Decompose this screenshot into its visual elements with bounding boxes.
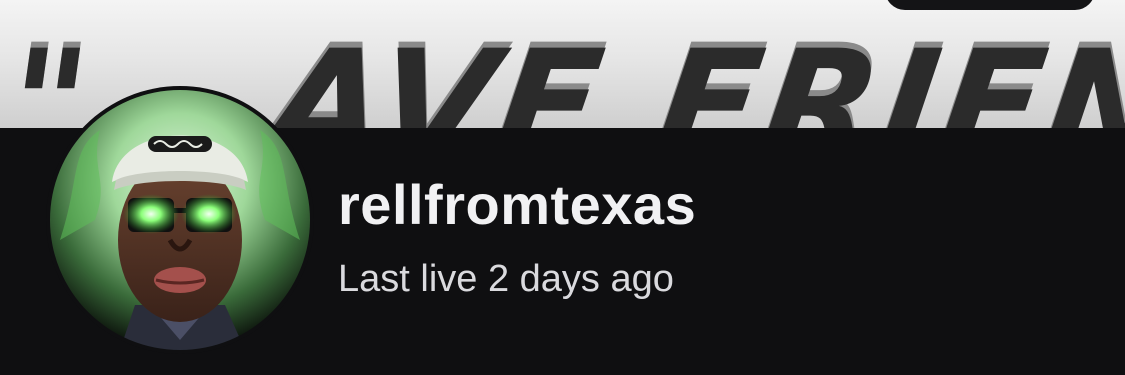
avatar[interactable]: [50, 90, 310, 350]
banner-overlay-button[interactable]: [885, 0, 1095, 10]
channel-username[interactable]: rellfromtexas: [338, 172, 696, 237]
last-live-status: Last live 2 days ago: [338, 258, 674, 300]
avatar-illustration-icon: [50, 90, 310, 350]
